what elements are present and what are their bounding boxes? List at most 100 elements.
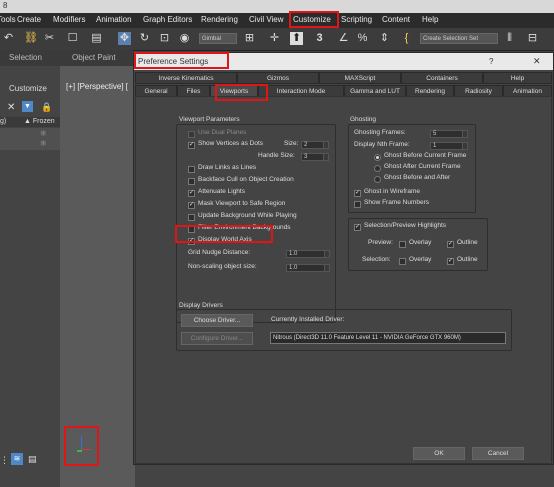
menu-modifiers[interactable]: Modifiers: [53, 15, 85, 24]
column-fragment: g): [0, 118, 7, 125]
align-icon[interactable]: ⊟: [526, 32, 539, 45]
non-scaling-label: Non-scaling object size:: [188, 263, 257, 270]
selection-overlay-checkbox[interactable]: [399, 258, 406, 265]
scene-rows: ❄ ❄: [0, 128, 60, 150]
preview-outline-checkbox[interactable]: ✓: [447, 241, 454, 248]
handle-size-spinner[interactable]: 3: [301, 153, 329, 161]
attenuate-lights-checkbox[interactable]: ✓: [188, 190, 195, 197]
select-object-icon[interactable]: ☐: [66, 32, 79, 45]
highlights-group: ✓ Selection/Preview Highlights Preview: …: [348, 218, 488, 271]
freeze-icon[interactable]: ❄: [40, 139, 47, 148]
snaps-toggle-icon[interactable]: 3: [313, 32, 326, 45]
scale-icon[interactable]: ⊡: [158, 32, 171, 45]
menu-animation[interactable]: Animation: [96, 15, 132, 24]
grid-nudge-spinner[interactable]: 1.0: [286, 250, 330, 258]
place-icon[interactable]: ◉: [178, 32, 191, 45]
display-world-axis-checkbox[interactable]: ✓: [188, 238, 195, 245]
choose-driver-button[interactable]: Choose Driver...: [181, 314, 253, 327]
ghosting-frames-spinner[interactable]: 5: [430, 130, 468, 138]
non-scaling-spinner[interactable]: 1.0: [286, 264, 330, 272]
angle-snap-icon[interactable]: ∠: [337, 32, 350, 45]
attenuate-lights-label: Attenuate Lights: [198, 188, 245, 195]
tab-maxscript[interactable]: MAXScript: [319, 72, 401, 84]
use-dual-planes-checkbox[interactable]: [188, 131, 195, 138]
world-axis-x: [81, 449, 91, 450]
tab-gizmos[interactable]: Gizmos: [237, 72, 319, 84]
select-by-name-icon[interactable]: ▤: [90, 32, 103, 45]
display-icon[interactable]: ▤: [28, 454, 37, 465]
pivot-icon[interactable]: ⊞: [243, 32, 256, 45]
column-header-row: g) ▲ Frozen: [0, 117, 60, 127]
show-vertices-dots-checkbox[interactable]: ✓: [188, 142, 195, 149]
menu-rendering[interactable]: Rendering: [201, 15, 238, 24]
menu-create[interactable]: Create: [17, 15, 41, 24]
menu-tools[interactable]: Tools: [0, 15, 16, 24]
tab-inverse-kinematics[interactable]: Inverse Kinematics: [135, 72, 237, 84]
unlink-icon[interactable]: ✂: [43, 32, 56, 45]
show-frame-numbers-checkbox[interactable]: [354, 201, 361, 208]
filter-env-checkbox[interactable]: [188, 226, 195, 233]
menu-customize[interactable]: Customize: [293, 15, 331, 24]
selection-outline-checkbox[interactable]: ✓: [447, 258, 454, 265]
customize-label: Customize: [9, 84, 47, 93]
perspective-viewport[interactable]: [+] [Perspective] [: [60, 66, 135, 487]
viewport-label[interactable]: [+] [Perspective] [: [66, 82, 128, 91]
edit-named-selection-icon[interactable]: {: [400, 32, 413, 45]
reference-coordinate-dropdown[interactable]: Gimbal: [199, 33, 237, 44]
backface-cull-checkbox[interactable]: [188, 178, 195, 185]
current-driver-field: Nitrous (Direct3D 11.0 Feature Level 11 …: [270, 332, 506, 344]
help-button[interactable]: ?: [489, 57, 493, 66]
dialog-title-bar[interactable]: Preference Settings ? ✕: [134, 53, 553, 70]
ghost-before-after-label: Ghost Before and After: [384, 174, 451, 181]
cancel-button[interactable]: Cancel: [472, 447, 524, 460]
configure-driver-button: Configure Driver...: [181, 332, 253, 345]
draw-links-checkbox[interactable]: [188, 166, 195, 173]
select-link-icon[interactable]: ⛓: [24, 32, 38, 45]
size-spinner[interactable]: 2: [301, 141, 329, 149]
preview-overlay-checkbox[interactable]: [399, 241, 406, 248]
viewport-params-title: Viewport Parameters: [179, 116, 240, 123]
ghost-before-after-radio[interactable]: [374, 176, 381, 183]
frozen-column-header[interactable]: ▲ Frozen: [24, 118, 55, 125]
world-axis-y: [77, 450, 82, 452]
dots-icon[interactable]: ⋮: [0, 455, 9, 466]
freeze-icon[interactable]: ❄: [40, 129, 47, 138]
lock-icon[interactable]: 🔒: [41, 102, 52, 113]
update-bg-checkbox[interactable]: [188, 214, 195, 221]
selection-label: Selection:: [362, 256, 391, 263]
highlights-checkbox[interactable]: ✓: [354, 224, 361, 231]
menu-help[interactable]: Help: [422, 15, 438, 24]
menu-graph-editors[interactable]: Graph Editors: [143, 15, 192, 24]
use-dual-planes-label: Use Dual Planes: [198, 129, 247, 136]
named-selection-dropdown[interactable]: Create Selection Set: [420, 33, 498, 44]
ghost-before-radio[interactable]: [374, 154, 381, 161]
menu-scripting[interactable]: Scripting: [341, 15, 372, 24]
percent-snap-icon[interactable]: %: [356, 32, 369, 45]
menu-civil-view[interactable]: Civil View: [249, 15, 284, 24]
rotate-icon[interactable]: ↻: [138, 32, 151, 45]
select-manipulate-icon[interactable]: ✛: [268, 32, 281, 45]
close-icon[interactable]: ✕: [7, 102, 15, 113]
layers-icon[interactable]: ≋: [11, 453, 23, 465]
nth-frame-spinner[interactable]: 1: [430, 142, 468, 150]
move-icon[interactable]: ✥: [118, 32, 131, 45]
nth-frame-label: Display Nth Frame:: [354, 141, 410, 148]
tab-help[interactable]: Help: [483, 72, 552, 84]
menu-content[interactable]: Content: [382, 15, 410, 24]
ribbon-tab-selection[interactable]: Selection: [9, 53, 42, 62]
main-toolbar: ↶ ⛓ ✂ ☐ ▤ ✥ ↻ ⊡ ◉ Gimbal ⊞ ✛ ⬆ 3 ∠ % ⇕ {…: [0, 28, 554, 51]
ribbon-strip: Selection Object Paint: [0, 50, 133, 66]
undo-icon[interactable]: ↶: [2, 32, 15, 45]
keyboard-shortcut-override-icon[interactable]: ⬆: [290, 32, 303, 45]
filter-icon[interactable]: ▼: [22, 101, 33, 112]
dialog-title: Preference Settings: [138, 57, 209, 66]
ghost-after-radio[interactable]: [374, 165, 381, 172]
mirror-icon[interactable]: ⫴: [503, 32, 516, 45]
mask-viewport-checkbox[interactable]: ✓: [188, 202, 195, 209]
tab-containers[interactable]: Containers: [401, 72, 483, 84]
ghost-wireframe-checkbox[interactable]: ✓: [354, 190, 361, 197]
ok-button[interactable]: OK: [413, 447, 465, 460]
spinner-snap-icon[interactable]: ⇕: [378, 32, 391, 45]
ribbon-tab-object-paint[interactable]: Object Paint: [72, 53, 116, 62]
close-icon[interactable]: ✕: [533, 56, 541, 67]
